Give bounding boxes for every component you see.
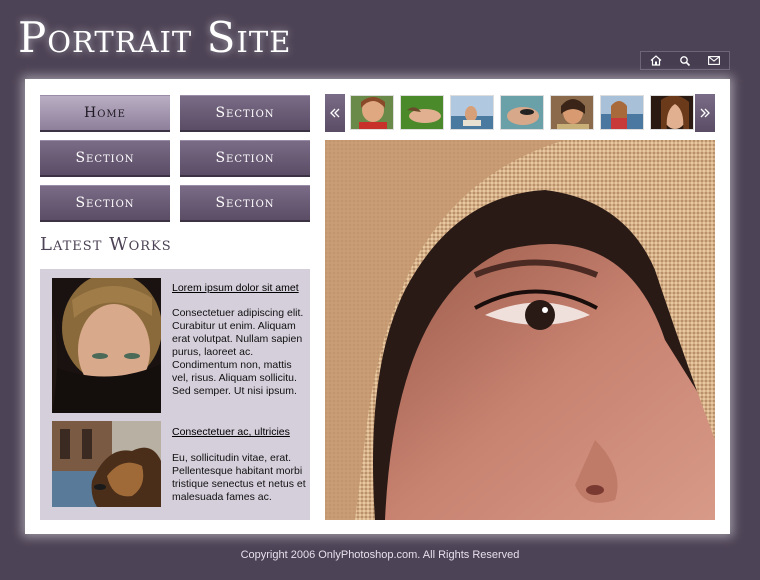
work-thumbnail-dog[interactable] xyxy=(52,421,161,507)
home-icon[interactable] xyxy=(641,52,670,69)
gallery-thumb[interactable] xyxy=(350,95,394,130)
gallery-thumb[interactable] xyxy=(550,95,594,130)
work-title-link[interactable]: Consectetuer ac, ultricies xyxy=(172,426,290,438)
work-description: Consectetuer adipiscing elit. Curabitur … xyxy=(172,307,304,397)
gallery-next-button[interactable] xyxy=(695,94,715,132)
nav-home-button[interactable]: Home xyxy=(40,95,170,132)
gallery-prev-button[interactable] xyxy=(325,94,345,132)
work-description: Eu, sollicitudin vitae, erat. Pellentesq… xyxy=(172,452,306,503)
double-chevron-left-icon xyxy=(330,108,340,118)
search-icon[interactable] xyxy=(670,52,699,69)
latest-works-heading: Latest Works xyxy=(40,234,172,255)
gallery-strip xyxy=(325,94,715,132)
nav-section-button[interactable]: Section xyxy=(180,95,310,132)
work-thumbnail-veiled-woman[interactable] xyxy=(52,278,161,413)
nav-section-button[interactable]: Section xyxy=(180,140,310,177)
mail-icon[interactable] xyxy=(700,52,729,69)
footer-copyright: Copyright 2006 OnlyPhotoshop.com. All Ri… xyxy=(240,549,520,561)
gallery-thumb[interactable] xyxy=(450,95,494,130)
gallery-thumb[interactable] xyxy=(600,95,644,130)
gallery-thumb[interactable] xyxy=(650,95,694,130)
site-title: Portrait Site xyxy=(18,13,292,62)
featured-portrait-photo xyxy=(325,140,715,520)
top-icon-bar xyxy=(640,51,730,70)
double-chevron-right-icon xyxy=(700,108,710,118)
nav-section-button[interactable]: Section xyxy=(40,140,170,177)
content-frame: Home Section Section Section Section Sec… xyxy=(25,79,730,534)
latest-works-panel: Lorem ipsum dolor sit amet Consectetuer … xyxy=(40,269,310,520)
nav-section-button[interactable]: Section xyxy=(40,185,170,222)
gallery-thumb[interactable] xyxy=(500,95,544,130)
work-title-link[interactable]: Lorem ipsum dolor sit amet xyxy=(172,282,299,294)
gallery-thumb[interactable] xyxy=(400,95,444,130)
nav-section-button[interactable]: Section xyxy=(180,185,310,222)
